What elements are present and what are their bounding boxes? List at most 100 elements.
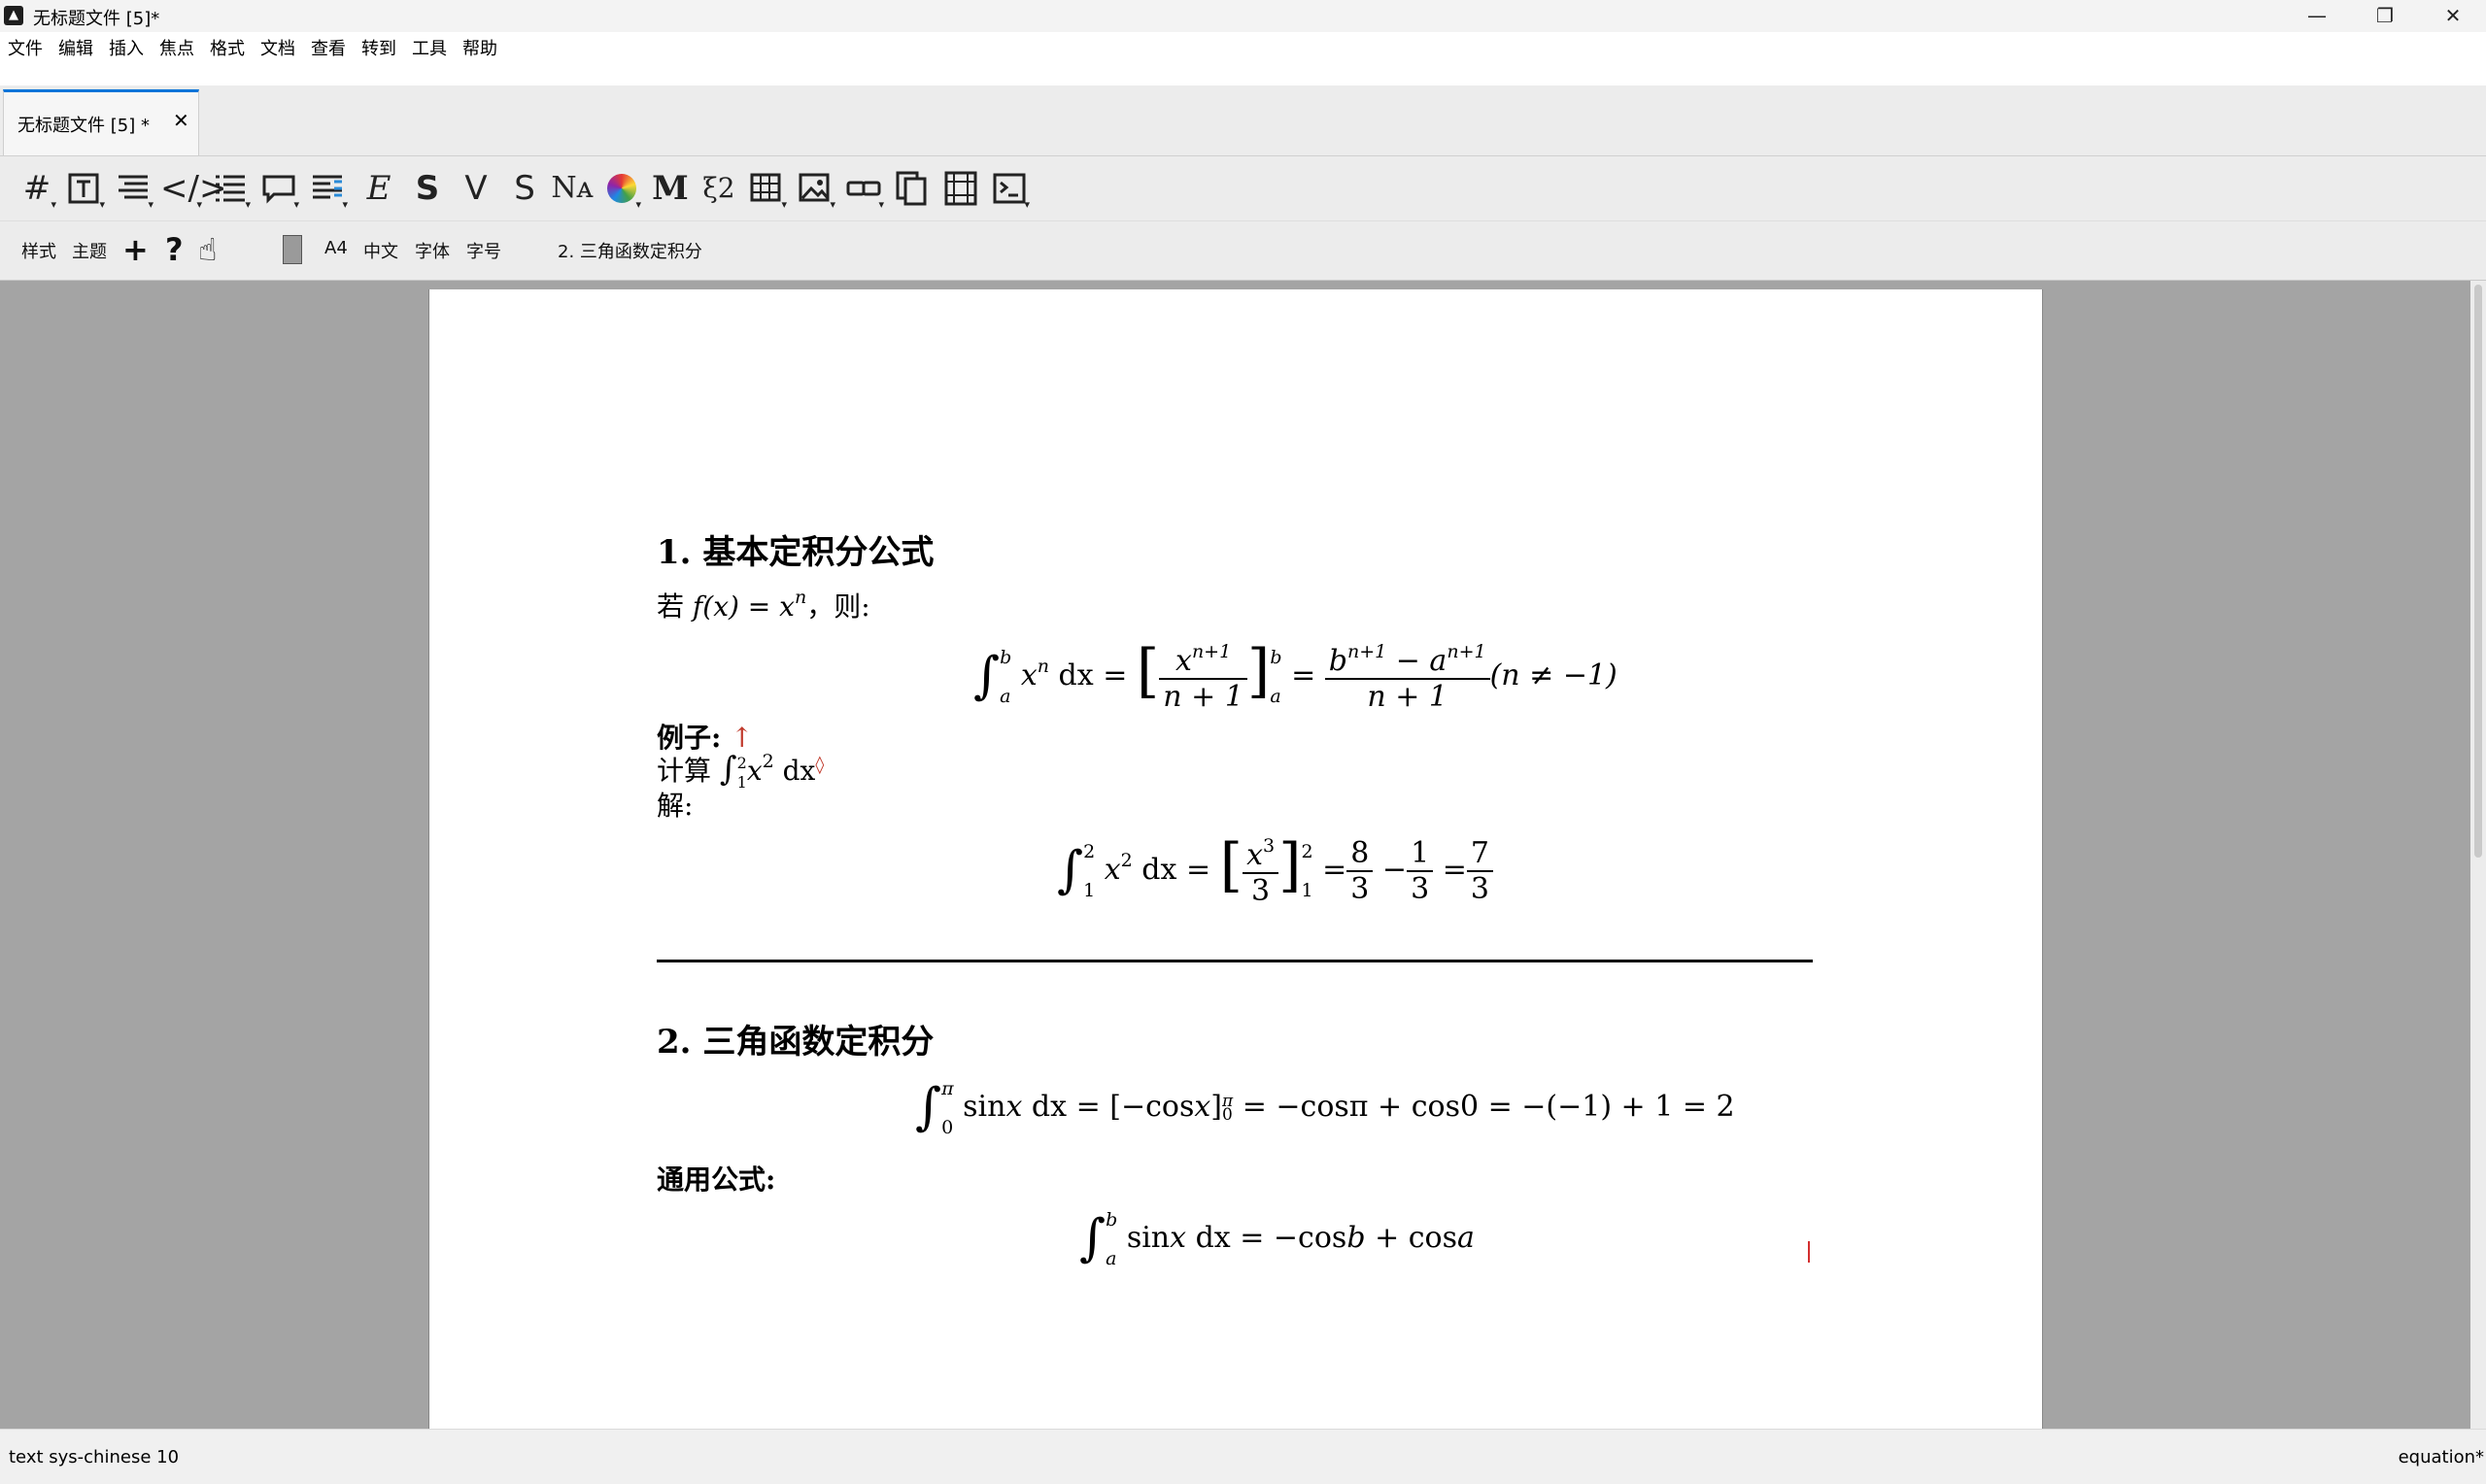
status-context: equation* (2398, 1447, 2484, 1467)
eq3-var: x (1005, 1090, 1023, 1124)
menu-goto[interactable]: 转到 (361, 35, 396, 60)
session-icon[interactable]: ▾ (988, 166, 1033, 211)
eq4-rest: dx = −cos (1186, 1221, 1347, 1255)
equation-1[interactable]: ∫ b a xn dx = [xn+1 n + 1] b a = bn+1 − an+1 n… (973, 637, 1618, 714)
calc-lower: 1 (736, 772, 747, 792)
menu-insert[interactable]: 插入 (109, 35, 144, 60)
section-icon[interactable]: # ▾ (15, 166, 59, 211)
table-icon[interactable]: ▾ (745, 166, 790, 211)
theme-menu[interactable]: 主题 (72, 238, 107, 263)
menu-view[interactable]: 查看 (311, 35, 346, 60)
animation-icon[interactable] (939, 166, 984, 211)
p1-func: f(x) = x (692, 590, 795, 623)
eq1-integrand: x (1020, 658, 1038, 692)
font-size-menu[interactable]: 字号 (466, 238, 501, 263)
eq1-frac-num-exp: n+1 (1191, 640, 1232, 662)
section-navigator[interactable]: 2. 三角函数定积分 (558, 238, 702, 263)
outline-icon[interactable]: ▾ (306, 166, 351, 211)
menu-tools[interactable]: 工具 (412, 35, 447, 60)
image-icon[interactable]: ▾ (794, 166, 838, 211)
eq1-res-exp1: n+1 (1346, 640, 1387, 662)
window-title: 无标题文件 [5]* (33, 9, 160, 29)
p1-prefix: 若 (657, 590, 693, 623)
style-menu[interactable]: 样式 (21, 238, 56, 263)
copy-icon[interactable] (891, 166, 936, 211)
tab-strip: 无标题文件 [5] * ✕ (0, 85, 2486, 156)
calc-label: 计算 (657, 755, 712, 787)
eq3-tail: = −cosπ + cos0 = −(−1) + 1 = 2 (1233, 1090, 1735, 1124)
insert-toolbar: # ▾ ▾ ▾ </> ▾ ▾ ▾ ▾ E S V S Nᴀ ▾ M ξ2 ▾ ▾ … (0, 156, 2486, 221)
eq3-rest-var: x (1194, 1090, 1211, 1124)
strike-icon[interactable]: S (502, 166, 547, 211)
format-toolbar: 样式 主题 + ? ☝ A4 中文 字体 字号 2. 三角函数定积分 (0, 221, 2486, 281)
math-icon[interactable]: M (648, 166, 693, 211)
menu-file[interactable]: 文件 (8, 35, 43, 60)
font-menu[interactable]: 字体 (415, 238, 450, 263)
eq4-a: a (1457, 1221, 1475, 1255)
menu-edit[interactable]: 编辑 (58, 35, 93, 60)
eq1-res-den: n + 1 (1367, 679, 1447, 714)
strong-icon[interactable]: S (405, 166, 450, 211)
eq3-upper: π (941, 1078, 954, 1099)
code-icon[interactable]: </> ▾ (160, 166, 226, 211)
eq2-f3-num: 1 (1407, 836, 1434, 872)
eq2-f4-den: 3 (1470, 872, 1489, 906)
hand-pointer-icon[interactable]: ☝ (198, 230, 217, 269)
tab-label: 无标题文件 [5] * (17, 116, 150, 136)
close-button[interactable]: ✕ (2419, 0, 2486, 32)
menu-focus[interactable]: 焦点 (159, 35, 194, 60)
page-icon[interactable] (283, 235, 302, 264)
link-icon[interactable]: ▾ (842, 166, 887, 211)
document-canvas[interactable]: 1. 基本定积分公式 若 f(x) = xn，则: ∫ b a xn dx = [x… (0, 281, 2470, 1429)
p1-exp: n (794, 587, 807, 608)
eq2-f2-num: 8 (1346, 836, 1374, 872)
eq2-f4-num: 7 (1466, 836, 1493, 872)
tab-document[interactable]: 无标题文件 [5] * ✕ (3, 89, 199, 155)
comment-icon[interactable]: ▾ (257, 166, 302, 211)
title-bar: ▲ 无标题文件 [5]* — ❐ ✕ (0, 0, 2486, 32)
menu-help[interactable]: 帮助 (462, 35, 497, 60)
p1-suffix: ，则: (806, 590, 870, 623)
heading-1: 1. 基本定积分公式 (657, 533, 935, 572)
text-icon[interactable]: ▾ (63, 166, 108, 211)
eq2-upper: 2 (1083, 841, 1096, 862)
eq2-integrand: x (1104, 853, 1121, 887)
help-icon[interactable]: ? (165, 230, 184, 269)
document-page[interactable]: 1. 基本定积分公式 若 f(x) = xn，则: ∫ b a xn dx = [x… (428, 289, 2043, 1429)
eq4-plus: + cos (1365, 1221, 1457, 1255)
scrollbar-thumb[interactable] (2474, 285, 2482, 858)
eq1-res-b: b (1328, 643, 1347, 678)
minimize-button[interactable]: — (2283, 0, 2351, 32)
text-cursor (1808, 1241, 1810, 1263)
equation-4[interactable]: ∫ b a sinx dx = −cosb + cosa (1079, 1209, 1475, 1269)
color-icon[interactable]: ▾ (599, 166, 644, 211)
restore-button[interactable]: ❐ (2351, 0, 2419, 32)
list-icon[interactable]: ▾ (209, 166, 254, 211)
equation-2[interactable]: ∫ 2 1 x2 dx = [x3 3] 2 1 = 8 3 −1 3 = 7 3 (1057, 831, 1493, 908)
tab-close-icon[interactable]: ✕ (173, 109, 189, 132)
menu-format[interactable]: 格式 (210, 35, 245, 60)
paper-size-menu[interactable]: A4 (324, 238, 348, 258)
verbatim-icon[interactable]: V (454, 166, 498, 211)
eq2-exp: 2 (1120, 850, 1133, 871)
vertical-scrollbar[interactable] (2470, 281, 2486, 1429)
horizontal-rule (657, 960, 1813, 962)
eq3-sin: sin (963, 1090, 1006, 1124)
eq4-sin: sin (1126, 1221, 1171, 1255)
equation-icon[interactable]: ξ2 (697, 166, 741, 211)
emphasis-icon[interactable]: E (357, 166, 401, 211)
eq4-b: b (1346, 1221, 1366, 1255)
eq3-rest: dx = [−cos (1022, 1090, 1195, 1124)
eq2-f2-den: 3 (1350, 872, 1370, 906)
equation-3[interactable]: ∫ π 0 sinx dx = [−cosx] π 0 = −cosπ + cos0 =… (915, 1078, 1735, 1138)
eq3-bracket-sub: 0 (1221, 1105, 1233, 1125)
eq2-frac1-den: 3 (1251, 873, 1271, 908)
paragraph-icon[interactable]: ▾ (112, 166, 156, 211)
menu-document[interactable]: 文档 (260, 35, 295, 60)
language-menu[interactable]: 中文 (363, 238, 398, 263)
plus-icon[interactable]: + (122, 230, 149, 269)
eq1-res-mid: − a (1386, 643, 1447, 678)
eq1-res-exp2: n+1 (1447, 640, 1486, 662)
eq4-upper: b (1106, 1209, 1118, 1231)
name-icon[interactable]: Nᴀ (545, 166, 599, 211)
